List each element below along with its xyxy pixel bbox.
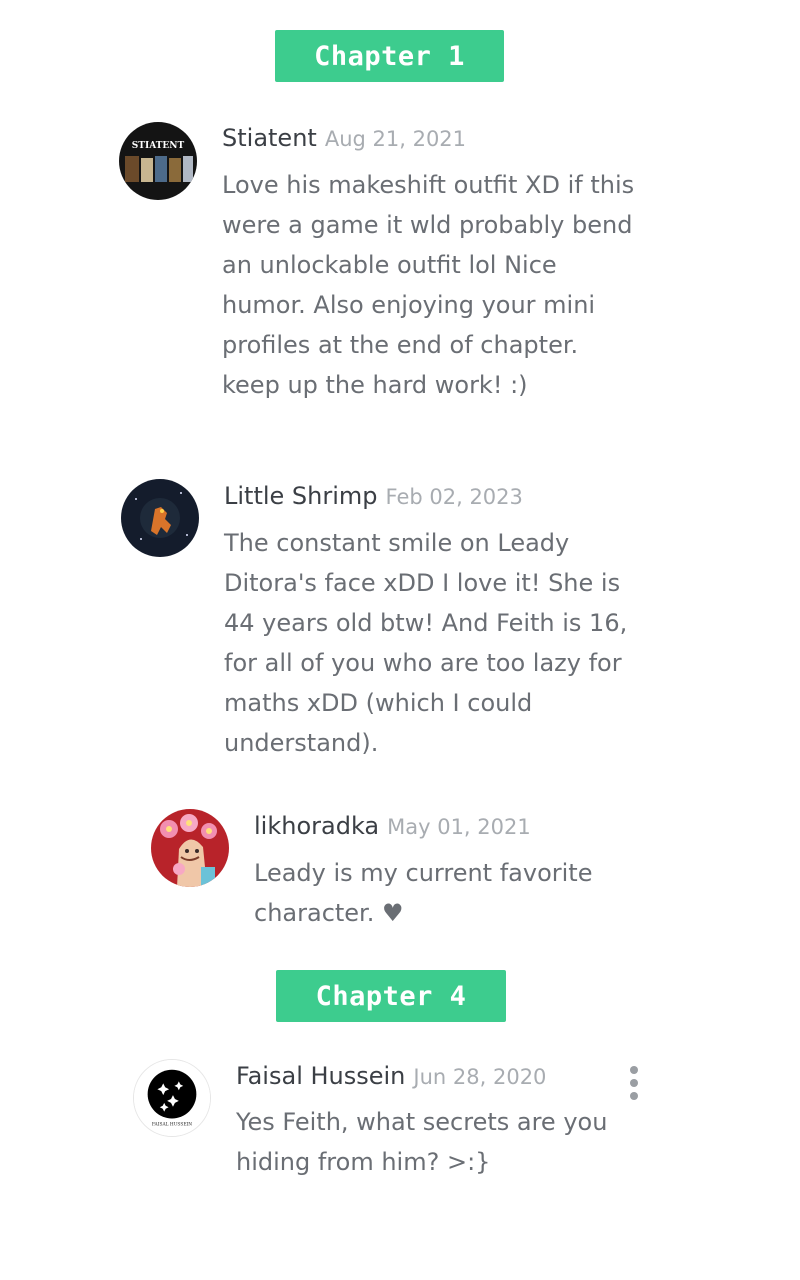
comment-author[interactable]: Little Shrimp [224,482,378,510]
comment-text: Leady is my current favorite character. … [254,859,593,927]
chapter-label: Chapter 1 [314,40,465,72]
comment-date: Jun 28, 2020 [413,1065,547,1089]
chapter-label: Chapter 4 [315,980,467,1012]
comment-author[interactable]: likhoradka [254,812,379,840]
avatar[interactable]: STIATENT [119,122,197,200]
avatar-text: FAISAL HUSSEIN [152,1122,192,1127]
comment-author[interactable]: Faisal Hussein [236,1062,405,1090]
sparkle-logo-avatar-image: FAISAL HUSSEIN [134,1060,210,1136]
stiatent-avatar-image: STIATENT [119,122,197,200]
comment-date: Aug 21, 2021 [324,127,467,151]
more-vertical-icon[interactable] [627,1066,641,1100]
avatar[interactable] [151,809,229,887]
comment-author[interactable]: Stiatent [222,124,317,152]
flower-girl-avatar-image [151,809,229,887]
comment-text: Love his makeshift outfit XD if this wer… [222,171,635,399]
comment-date: Feb 02, 2023 [385,485,523,509]
comment-text: The constant smile on Leady Ditora's fac… [224,529,628,757]
avatar-text: STIATENT [132,141,185,151]
shrimp-creature-avatar-image [121,479,199,557]
comment-date: May 01, 2021 [387,815,531,839]
avatar[interactable] [121,479,199,557]
comment-text: Yes Feith, what secrets are you hiding f… [236,1108,608,1176]
avatar[interactable]: FAISAL HUSSEIN [133,1059,211,1137]
chapter-4-badge[interactable]: Chapter 4 [276,970,506,1022]
chapter-1-badge[interactable]: Chapter 1 [275,30,504,82]
